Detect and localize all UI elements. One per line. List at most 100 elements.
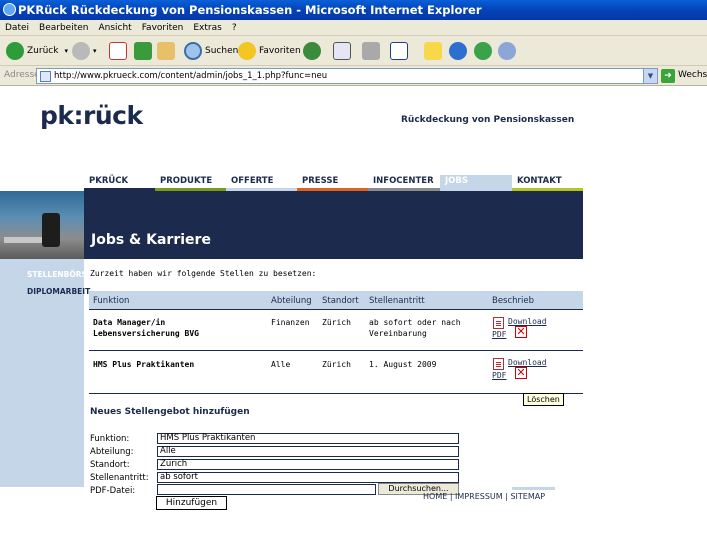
address-bar: Adresse http://www.pkrueck.com/content/a… [0,66,707,86]
abteilung-field[interactable]: Alle [157,446,459,457]
jobs-intro: Zurzeit haben wir folgende Stellen zu be… [90,269,317,278]
word-icon[interactable] [390,42,408,60]
table-row: HMS Plus Praktikanten Alle Zürich 1. Aug… [89,352,583,394]
nav-offerte[interactable]: OFFERTE [226,175,297,191]
nav-kontakt[interactable]: KONTAKT [512,175,583,191]
job-standort: Zürich [322,318,351,327]
download-link[interactable]: Download [508,316,547,328]
pdf-file-field[interactable] [157,484,376,495]
menu-bearbeiten[interactable]: Bearbeiten [34,20,93,36]
label-pdf: PDF-Datei: [90,486,136,496]
download-link-pdf[interactable]: PDF [492,370,506,382]
favorites-label: Favoriten [259,46,301,56]
menu-datei[interactable]: Datei [0,20,34,36]
add-button[interactable]: Hinzufügen [156,496,227,510]
stop-icon[interactable] [109,42,127,60]
site-tagline: Rückdeckung von Pensionskassen [401,115,575,125]
job-antritt-line2: Vereinbarung [369,329,427,338]
job-antritt: ab sofort oder nach [369,318,461,327]
menu-help[interactable]: ? [227,20,242,36]
label-stellenantritt: Stellenantritt: [90,473,149,483]
forward-button[interactable]: ▾ [72,40,97,62]
label-abteilung: Abteilung: [90,447,134,457]
web-page: pk:rück Rückdeckung von Pensionskassen P… [0,87,707,546]
search-button[interactable]: Suchen [184,40,238,62]
sidebar: STELLENBÖRSE DIPLOMARBEIT [0,259,92,487]
messenger-icon[interactable] [449,42,467,60]
history-icon[interactable] [303,42,321,60]
nav-produkte[interactable]: PRODUKTE [155,175,226,191]
nav-label: JOBS [445,176,468,186]
col-stellenantritt: Stellenantritt [369,296,425,306]
col-funktion: Funktion [93,296,130,306]
pdf-icon[interactable] [493,317,504,329]
nav-label: PRODUKTE [160,176,213,186]
menu-ansicht[interactable]: Ansicht [93,20,136,36]
nav-pkrueck[interactable]: PKRÜCK [84,175,155,191]
nav-label: PKRÜCK [89,176,129,186]
label-standort: Standort: [90,460,130,470]
back-dropdown-icon: ▾ [64,47,68,55]
menu-bar: Datei Bearbeiten Ansicht Favoriten Extras? [0,20,707,36]
menu-favoriten[interactable]: Favoriten [137,20,189,36]
window-title: PKRück Rückdeckung von Pensionskassen - … [18,3,482,17]
forward-arrow-icon [72,42,90,60]
job-funktion-line2: Lebensversicherung BVG [93,329,199,338]
search-icon [184,42,202,60]
job-standort: Zürich [322,360,351,369]
nav-infocenter[interactable]: INFOCENTER [368,175,440,191]
job-funktion: Data Manager/in [93,318,166,327]
print-icon[interactable] [362,42,380,60]
nav-jobs[interactable]: JOBS [440,175,512,191]
sidebar-item-stellenboerse[interactable]: STELLENBÖRSE [27,270,92,279]
address-dropdown-icon[interactable]: ▼ [643,69,657,83]
address-input[interactable]: http://www.pkrueck.com/content/admin/job… [36,68,658,84]
forward-dropdown-icon: ▾ [93,47,97,55]
download-link-pdf[interactable]: PDF [492,329,506,341]
download-link[interactable]: Download [508,357,547,369]
job-abteilung: Alle [271,360,291,369]
job-funktion: HMS Plus Praktikanten [93,360,195,369]
site-logo[interactable]: pk:rück [40,101,143,130]
photo-chair [42,213,60,247]
refresh-icon[interactable] [134,42,152,60]
header-photo [0,191,84,259]
form-title: Neues Stellengebot hinzufügen [90,407,250,417]
job-abteilung: Finanzen [271,318,310,327]
back-arrow-icon [6,42,24,60]
table-row: Data Manager/in Lebensversicherung BVG F… [89,309,583,351]
nav-label: PRESSE [302,176,339,186]
pdf-icon[interactable] [493,358,504,370]
window-titlebar: PKRück Rückdeckung von Pensionskassen - … [0,0,707,20]
menu-extras[interactable]: Extras [188,20,226,36]
page-banner: Jobs & Karriere [84,191,583,259]
address-url: http://www.pkrueck.com/content/admin/job… [54,71,328,81]
sidebar-item-diplomarbeit[interactable]: DIPLOMARBEIT [27,287,90,296]
delete-icon[interactable]: ✕ [515,367,527,379]
funktion-field[interactable]: HMS Plus Praktikanten [157,433,459,444]
page-icon [40,71,51,82]
footer-links[interactable]: HOME | IMPRESSUM | SITEMAP [423,492,545,501]
favorites-button[interactable]: Favoriten [238,40,301,62]
ie-icon [3,3,16,16]
nav-presse[interactable]: PRESSE [297,175,368,191]
home-icon[interactable] [157,42,175,60]
delete-icon[interactable]: ✕ [515,326,527,338]
clover-icon[interactable] [474,42,492,60]
standort-field[interactable]: Zürich [157,459,459,470]
search-label: Suchen [205,46,239,56]
nav-label: INFOCENTER [373,176,434,186]
col-standort: Standort [322,296,359,306]
col-beschrieb: Beschrieb [492,296,535,306]
notes-icon[interactable] [424,42,442,60]
jobs-table-header: Funktion Abteilung Standort Stellenantri… [89,291,583,309]
users-icon[interactable] [498,42,516,60]
col-abteilung: Abteilung [271,296,312,306]
job-antritt: 1. August 2009 [369,360,437,369]
back-button[interactable]: Zurück ▾ [6,40,68,62]
mail-icon[interactable] [333,42,351,60]
go-arrow-icon[interactable]: ➜ [661,69,675,83]
nav-label: OFFERTE [231,176,274,186]
stellenantritt-field[interactable]: ab sofort [157,472,459,483]
go-label[interactable]: Wechseln [678,70,707,80]
